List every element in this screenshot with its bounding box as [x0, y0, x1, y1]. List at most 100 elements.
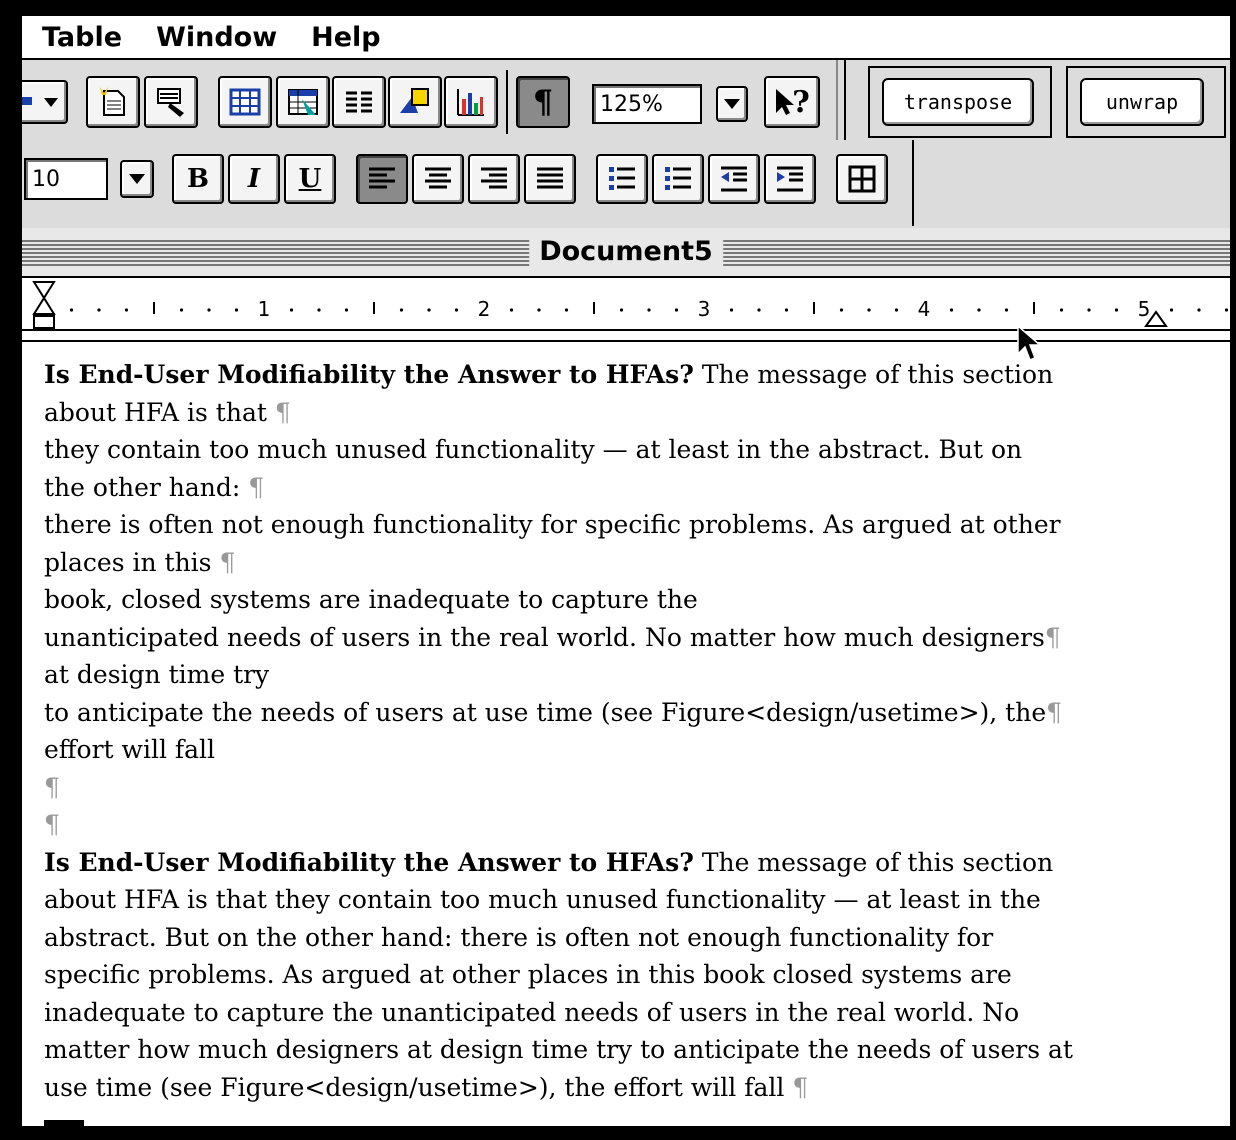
ruler-dot [1059, 308, 1064, 312]
ruler-number: 2 [478, 297, 491, 321]
bullet-list-button[interactable] [652, 154, 704, 204]
menu-table[interactable]: Table [42, 22, 122, 53]
insert-table-button[interactable] [218, 76, 272, 128]
underline-icon: U [298, 164, 322, 194]
align-left-button[interactable] [356, 154, 408, 204]
ruler-dot [207, 308, 211, 312]
paragraph-line: about HFA is that ¶ [44, 397, 291, 427]
ruler-scale: 1 2 3 4 5 [22, 281, 1230, 331]
zoom-dropdown-button[interactable] [716, 86, 748, 122]
align-right-button[interactable] [468, 154, 520, 204]
zoom-field[interactable]: 125% [592, 84, 702, 124]
ruler-number: 4 [918, 297, 931, 321]
justify-button[interactable] [524, 154, 576, 204]
ruler-dot [757, 308, 761, 312]
arrow-pointer-icon [776, 89, 795, 115]
ruler-dot [537, 308, 541, 312]
toolbar-divider [836, 60, 838, 140]
table-icon [229, 88, 261, 116]
ruler-dot [729, 308, 734, 312]
ruler-number: 3 [698, 297, 711, 321]
justify-icon [537, 167, 563, 189]
paragraph-mark: ¶ [274, 397, 291, 427]
ruler-dot [949, 308, 954, 312]
spreadsheet-icon [288, 89, 318, 115]
bold-button[interactable]: B [172, 154, 224, 204]
document-title: Document5 [529, 232, 723, 272]
drawing-icon [400, 88, 429, 113]
paragraph-line: they contain too much unused functionali… [44, 435, 1023, 464]
ruler-number: 1 [258, 297, 271, 321]
paragraph-line: specific problems. As argued at other pl… [44, 960, 1012, 989]
ruler-dot [619, 308, 624, 312]
ruler-dot [399, 308, 404, 312]
ruler-dot [1114, 308, 1119, 312]
paragraph-line: there is often not enough functionality … [44, 510, 1061, 539]
empty-paragraph: ¶ [44, 806, 1224, 844]
italic-button[interactable]: I [228, 154, 280, 204]
insert-spreadsheet-button[interactable] [276, 76, 330, 128]
paragraph-mark: ¶ [44, 772, 60, 802]
ruler-dot [867, 308, 871, 312]
ruler-dot [839, 308, 844, 312]
toolbar-divider [844, 60, 846, 140]
transpose-button[interactable]: transpose [882, 78, 1034, 126]
indent-box-marker [33, 315, 55, 329]
ruler-dot [674, 308, 679, 312]
menu-help[interactable]: Help [311, 22, 381, 53]
paragraph-line: book, closed systems are inadequate to c… [44, 585, 698, 614]
paragraph-mark: ¶ [792, 1072, 809, 1102]
ruler-dot [179, 308, 184, 312]
menu-window[interactable]: Window [156, 22, 277, 53]
ruler-dot [69, 308, 74, 312]
unwrap-button[interactable]: unwrap [1080, 78, 1204, 126]
question-mark-icon: ? [792, 84, 810, 120]
ruler[interactable]: 1 2 3 4 5 [22, 278, 1230, 342]
underline-button[interactable]: U [284, 154, 336, 204]
borders-icon [848, 165, 876, 193]
italic-icon: I [247, 164, 261, 194]
paragraph-line: Is End-User Modifiability the Answer to … [44, 360, 1054, 389]
context-help-button[interactable]: ? [764, 76, 820, 128]
decrease-indent-button[interactable] [708, 154, 760, 204]
ruler-dot [317, 308, 321, 312]
insert-chart-button[interactable] [444, 76, 498, 128]
align-center-button[interactable] [412, 154, 464, 204]
ruler-dot [1224, 308, 1229, 312]
drawing-button[interactable] [388, 76, 442, 128]
bold-icon: B [187, 164, 209, 194]
format-painter-icon [157, 88, 184, 117]
toolbar-divider [912, 140, 914, 226]
new-document-button[interactable] [86, 76, 140, 128]
format-painter-button[interactable] [144, 76, 198, 128]
document-title-bar[interactable]: Document5 [22, 228, 1230, 278]
document-body[interactable]: Is End-User Modifiability the Answer to … [44, 356, 1224, 1106]
font-size-dropdown-button[interactable] [120, 160, 154, 198]
paragraph-mark: ¶ [219, 547, 236, 577]
ruler-dot [124, 308, 129, 312]
borders-button[interactable] [836, 154, 888, 204]
paragraph-line: at design time try [44, 660, 270, 689]
ruler-dot [454, 308, 459, 312]
bullet-list-icon [665, 167, 691, 190]
chevron-down-icon [724, 99, 740, 109]
ruler-dot [1169, 308, 1174, 312]
columns-button[interactable] [332, 76, 386, 128]
align-center-icon [425, 167, 451, 189]
font-size-field[interactable]: 10 [24, 158, 108, 200]
ruler-number: 5 [1138, 297, 1151, 321]
increase-indent-icon [777, 166, 803, 192]
ruler-dot [427, 308, 431, 312]
columns-icon [346, 91, 372, 113]
chevron-down-icon [22, 97, 58, 107]
pilcrow-icon: ¶ [532, 83, 554, 121]
new-document-icon [100, 87, 125, 116]
undo-dropdown-button[interactable] [22, 80, 68, 124]
increase-indent-button[interactable] [764, 154, 816, 204]
show-formatting-button[interactable]: ¶ [516, 76, 570, 128]
paragraph-line: the other hand: ¶ [44, 472, 265, 502]
ruler-dot [977, 308, 981, 312]
numbered-list-button[interactable] [596, 154, 648, 204]
mouse-pointer-icon [1017, 324, 1042, 361]
end-of-document-mark [44, 1120, 84, 1126]
